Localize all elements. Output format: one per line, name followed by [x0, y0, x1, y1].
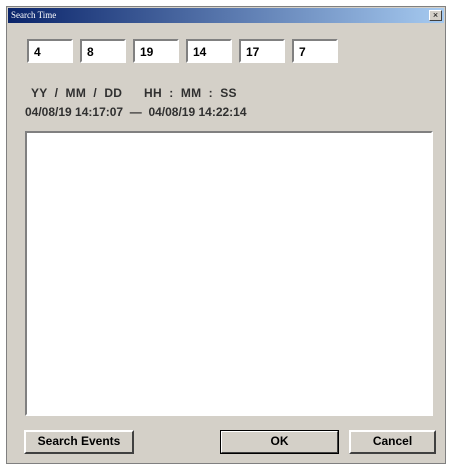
cancel-button[interactable]: Cancel [349, 430, 436, 454]
events-list[interactable] [25, 131, 433, 416]
day-field[interactable]: 19 [133, 39, 179, 63]
second-field[interactable]: 7 [292, 39, 338, 63]
minute-field[interactable]: 17 [239, 39, 285, 63]
close-icon[interactable]: × [429, 10, 442, 21]
range-separator: — [129, 105, 142, 119]
range-end: 04/08/19 14:22:14 [148, 105, 247, 119]
window-title: Search Time [11, 10, 57, 20]
month-field[interactable]: 8 [80, 39, 126, 63]
year-field[interactable]: 4 [27, 39, 73, 63]
range-start: 04/08/19 14:17:07 [25, 105, 124, 119]
hour-field[interactable]: 14 [186, 39, 232, 63]
search-events-button[interactable]: Search Events [24, 430, 134, 454]
format-label: YY / MM / DD HH : MM : SS [31, 86, 237, 100]
title-bar: Search Time × [8, 8, 444, 23]
time-range: 04/08/19 14:17:07 — 04/08/19 14:22:14 [25, 105, 247, 119]
ok-button[interactable]: OK [220, 430, 339, 454]
